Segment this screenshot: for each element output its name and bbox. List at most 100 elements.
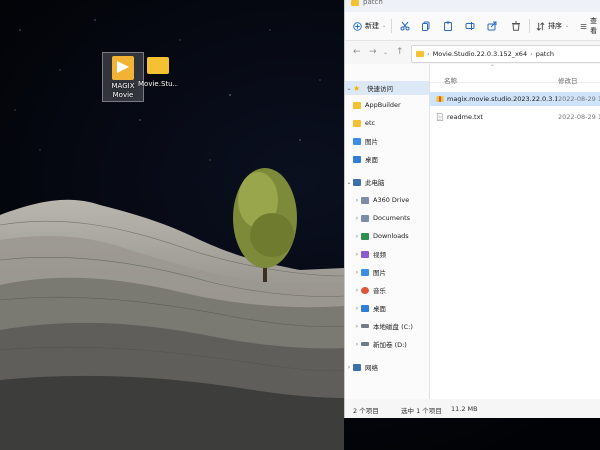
folder-icon (416, 51, 424, 57)
file-list: 名称 修改日 ⌃ magix.movie.studio.2023.22.0.3.… (430, 64, 600, 399)
chevron-right-icon: › (355, 250, 359, 258)
sort-button-label: 排序 (548, 22, 562, 30)
nav-label: 桌面 (365, 156, 378, 164)
nav-item-downloads[interactable]: › Downloads (353, 229, 437, 243)
nav-label: AppBuilder (365, 101, 401, 109)
desktop-icon (361, 304, 369, 312)
file-date: 2022-08-29 16: (558, 95, 600, 103)
new-button-label: 新建 (365, 22, 379, 30)
address-row: ← → ⌄ ↑ › Movie.Studio.22.0.3.152_x64 › … (345, 41, 600, 65)
nav-quick-access[interactable]: ⌄ ★ 快速访问 (345, 81, 429, 95)
status-item-count: 2 个项目 (353, 407, 379, 415)
toolbar-divider (391, 19, 392, 33)
document-icon (361, 214, 369, 222)
video-icon (361, 250, 369, 258)
pictures-icon (353, 137, 361, 145)
chevron-right-icon: › (347, 363, 351, 371)
nav-label: 图片 (373, 269, 386, 277)
status-bar: 2 个项目 选中 1 个项目 11.2 MB (345, 399, 600, 418)
chevron-down-icon: ⌄ (346, 178, 352, 186)
cut-button[interactable] (400, 18, 410, 34)
drive-icon (361, 342, 369, 346)
nav-network[interactable]: › 网络 (345, 360, 429, 374)
nav-label: Downloads (373, 232, 409, 240)
file-name: readme.txt (447, 113, 483, 121)
cloud-icon (361, 196, 369, 204)
view-button[interactable]: 查看 (580, 17, 600, 35)
column-header-date[interactable]: 修改日 (558, 75, 578, 85)
rename-icon (465, 22, 475, 30)
share-button[interactable] (487, 18, 497, 34)
folder-icon (147, 57, 169, 74)
clipboard-icon (444, 21, 452, 31)
chevron-right-icon: › (355, 286, 359, 294)
nav-label: 新加卷 (D:) (373, 341, 407, 349)
download-icon (361, 232, 369, 240)
chevron-right-icon: › (355, 196, 359, 204)
rename-button[interactable] (465, 18, 475, 34)
star-icon: ★ (353, 83, 361, 93)
nav-label: 图片 (365, 138, 378, 146)
nav-item-music[interactable]: › 音乐 (353, 283, 437, 297)
nav-item-desktop[interactable]: 桌面 (353, 152, 437, 166)
forward-arrow-icon[interactable]: → (369, 47, 377, 57)
view-button-label: 查看 (590, 17, 598, 35)
breadcrumb-segment[interactable]: Movie.Studio.22.0.3.152_x64 (433, 50, 527, 58)
nav-this-pc[interactable]: ⌄ 此电脑 (345, 175, 429, 189)
nav-label: etc (365, 119, 376, 127)
column-header-row: 名称 修改日 ⌃ (430, 64, 600, 85)
nav-item-documents[interactable]: › Documents (353, 211, 437, 225)
file-explorer-window: patch 新建 ⌄ 排序 ⌄ 查看 ← → ⌄ ↑ › Movie.Studi… (344, 0, 600, 418)
chevron-right-icon: › (355, 232, 359, 240)
delete-button[interactable] (511, 18, 521, 34)
breadcrumb-separator: › (530, 50, 533, 58)
nav-item-drive-d[interactable]: › 新加卷 (D:) (353, 337, 437, 351)
file-row[interactable]: readme.txt 2022-08-29 16: (430, 110, 600, 124)
sort-button[interactable]: 排序 ⌄ (536, 18, 569, 34)
nav-label: 视频 (373, 251, 386, 259)
file-row[interactable]: magix.movie.studio.2023.22.0.3.152.(x...… (430, 92, 600, 106)
column-header-name[interactable]: 名称 (444, 75, 457, 85)
network-icon (353, 363, 361, 371)
text-file-icon (436, 113, 444, 121)
magix-app-icon (112, 56, 134, 80)
drive-icon (361, 324, 369, 328)
nav-item-drive-c[interactable]: › 本地磁盘 (C:) (353, 319, 437, 333)
view-icon (580, 23, 587, 29)
new-button[interactable]: 新建 ⌄ (353, 18, 386, 34)
address-bar[interactable]: › Movie.Studio.22.0.3.152_x64 › patch (411, 45, 600, 63)
up-arrow-icon[interactable]: ↑ (396, 47, 404, 57)
nav-label: 音乐 (373, 287, 386, 295)
status-selected: 选中 1 个项目 (401, 407, 442, 415)
nav-item-appbuilder[interactable]: AppBuilder (353, 98, 437, 112)
nav-item-pictures[interactable]: 图片 (353, 134, 437, 148)
paste-button[interactable] (443, 18, 453, 34)
chevron-down-icon: ⌄ (565, 23, 570, 29)
window-title: patch (363, 0, 383, 6)
copy-button[interactable] (421, 18, 431, 34)
nav-label: 此电脑 (365, 179, 385, 187)
computer-icon (353, 178, 361, 186)
nav-item-etc[interactable]: etc (353, 116, 437, 130)
chevron-right-icon: › (355, 268, 359, 276)
plus-circle-icon (353, 21, 362, 31)
recent-chevron-icon[interactable]: ⌄ (383, 49, 388, 56)
nav-label: A360 Drive (373, 196, 410, 204)
navigation-pane: ⌄ ★ 快速访问 AppBuilder etc 图片 桌面 ⌄ 此电脑 › A3… (345, 64, 429, 399)
copy-icon (422, 21, 430, 31)
share-icon (487, 21, 497, 31)
nav-label: 快速访问 (367, 85, 393, 93)
chevron-down-icon: ⌄ (382, 23, 387, 29)
nav-item-desktop-pc[interactable]: › 桌面 (353, 301, 437, 315)
desktop-icon-folder[interactable]: Movie.Stu... (138, 54, 178, 94)
back-arrow-icon[interactable]: ← (353, 47, 361, 57)
folder-icon (353, 119, 361, 127)
nav-item-videos[interactable]: › 视频 (353, 247, 437, 261)
chevron-right-icon: › (355, 322, 359, 330)
nav-item-a360[interactable]: › A360 Drive (353, 193, 437, 207)
nav-item-pictures-pc[interactable]: › 图片 (353, 265, 437, 279)
trash-icon (512, 21, 520, 31)
title-bar[interactable]: patch (345, 0, 600, 12)
breadcrumb-segment[interactable]: patch (536, 50, 554, 58)
chevron-right-icon: › (355, 340, 359, 348)
